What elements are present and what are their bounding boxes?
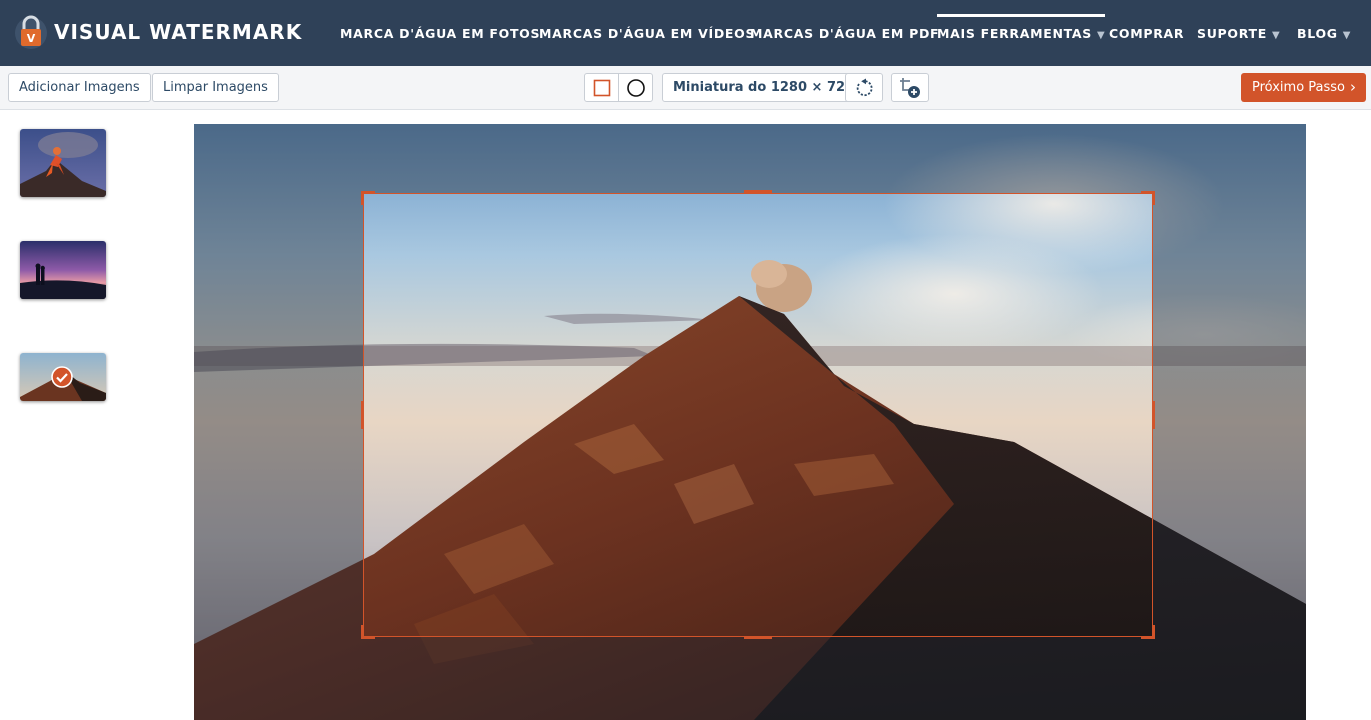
thumbnail-volcano-peak-selected[interactable] [20, 353, 106, 401]
crop-handle-top-left[interactable] [361, 191, 363, 205]
crop-handle-left[interactable] [361, 401, 364, 429]
brand-name: VISUAL WATERMARK [54, 20, 303, 44]
crop-handle-right[interactable] [1152, 401, 1155, 429]
nav-item-buy[interactable]: COMPRAR [1109, 0, 1184, 66]
crop-handle-top-right[interactable] [1153, 191, 1155, 205]
crop-handle-top[interactable] [744, 190, 772, 193]
next-step-label: Próximo Passo [1252, 80, 1345, 95]
nav-item-watermark-pdf[interactable]: MARCAS D'ÁGUA EM PDF [750, 0, 939, 66]
crop-handle-bottom-left[interactable] [361, 637, 375, 639]
rotate-button[interactable] [845, 73, 883, 102]
rectangle-crop-icon [593, 79, 610, 96]
nav-label: MAIS FERRAMENTAS [937, 26, 1092, 41]
clear-images-button[interactable]: Limpar Imagens [152, 73, 279, 102]
brand-logo[interactable]: V VISUAL WATERMARK [14, 14, 302, 50]
checkmark-icon [51, 366, 73, 388]
chevron-down-icon: ▼ [1097, 30, 1106, 41]
padlock-logo-icon: V [14, 14, 48, 50]
nav-item-support[interactable]: SUPORTE ▼ [1197, 0, 1280, 66]
rotate-icon [856, 78, 873, 96]
editor-toolbar: Adicionar Imagens Limpar Imagens Miniatu… [0, 66, 1371, 110]
nav-label: MARCAS D'ÁGUA EM PDF [750, 26, 940, 41]
thumbnail-volcano-eruption[interactable] [20, 129, 106, 197]
chevron-down-icon: ▼ [1342, 30, 1352, 41]
thumbnail-size-button[interactable]: Miniatura do 1280 × 720 [662, 73, 866, 102]
add-images-button[interactable]: Adicionar Imagens [8, 73, 151, 102]
crop-handle-bottom-right[interactable] [1153, 625, 1155, 639]
crop-handle-top-left[interactable] [361, 191, 375, 193]
next-step-button[interactable]: Próximo Passo › [1241, 73, 1366, 102]
sunset-silhouette-image [20, 241, 106, 299]
nav-label: SUPORTE [1197, 26, 1267, 41]
nav-item-blog[interactable]: BLOG ▼ [1297, 0, 1351, 66]
nav-label: COMPRAR [1109, 26, 1185, 41]
rectangle-crop-button[interactable] [584, 73, 619, 102]
crop-selection-box[interactable] [363, 193, 1153, 637]
nav-item-watermark-photos[interactable]: MARCA D'ÁGUA EM FOTOS [340, 0, 540, 66]
add-image-button[interactable] [891, 73, 929, 102]
crop-handle-bottom-left[interactable] [361, 625, 363, 639]
nav-label: MARCAS D'ÁGUA EM VÍDEOS [539, 26, 756, 41]
thumbnail-sunset-silhouette[interactable] [20, 241, 106, 299]
circle-crop-button[interactable] [618, 73, 653, 102]
circle-crop-icon [626, 78, 645, 97]
nav-item-more-tools[interactable]: MAIS FERRAMENTAS ▼ [937, 0, 1106, 66]
add-image-icon [900, 77, 920, 98]
nav-item-watermark-videos[interactable]: MARCAS D'ÁGUA EM VÍDEOS [539, 0, 755, 66]
top-navigation-bar: V VISUAL WATERMARK MARCA D'ÁGUA EM FOTOS… [0, 0, 1371, 66]
chevron-right-icon: › [1350, 78, 1356, 96]
nav-label: BLOG [1297, 26, 1338, 41]
volcano-eruption-image [20, 129, 106, 197]
crop-handle-bottom[interactable] [744, 636, 772, 639]
chevron-down-icon: ▼ [1271, 30, 1281, 41]
image-canvas[interactable] [194, 124, 1306, 720]
nav-label: MARCA D'ÁGUA EM FOTOS [340, 26, 541, 41]
crop-preview-photo [364, 194, 1152, 636]
svg-text:V: V [27, 32, 36, 45]
